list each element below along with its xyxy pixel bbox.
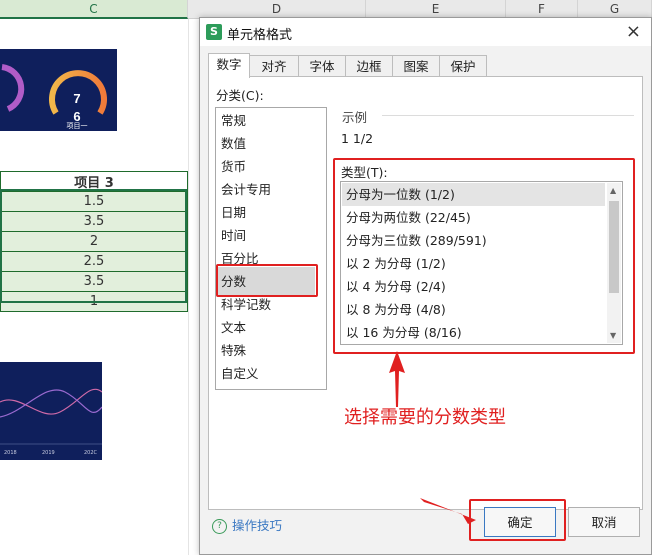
gauge-label: 项目一 (67, 122, 88, 130)
category-item[interactable]: 时间 (221, 225, 246, 246)
help-circle-icon: ? (212, 519, 227, 534)
gauge-value-top: 7 (73, 91, 80, 106)
category-item[interactable]: 会计专用 (221, 179, 271, 200)
grid-line (188, 19, 189, 555)
fraction-highlight-box (216, 264, 318, 297)
dialog-title: 单元格格式 (227, 28, 293, 43)
tab-pattern[interactable]: 图案 (392, 55, 440, 77)
annotation-text: 选择需要的分数类型 (344, 407, 506, 428)
number-tab-panel: 分类(C): 常规 数值 货币 会计专用 日期 时间 百分比 分数 科学记数 文… (208, 76, 643, 510)
gauge-dashboard: 7 6 项目一 (0, 49, 117, 131)
annotation-arrow-icon (389, 351, 405, 407)
category-item[interactable]: 自定义 (221, 363, 259, 384)
category-item[interactable]: 日期 (221, 202, 246, 223)
category-item[interactable]: 常规 (221, 110, 246, 131)
tab-number[interactable]: 数字 (208, 53, 250, 78)
tab-font[interactable]: 字体 (298, 55, 346, 77)
category-item[interactable]: 文本 (221, 317, 246, 338)
tips-label: 操作技巧 (232, 518, 283, 533)
cell-selection-range (0, 189, 187, 303)
type-highlight-box (333, 158, 635, 354)
sample-value: 1 1/2 (341, 131, 374, 146)
tab-protection[interactable]: 保护 (439, 55, 487, 77)
line-series-purple (0, 389, 103, 418)
sample-box: 1 1/2 (333, 121, 635, 155)
gauge-chart: 7 6 项目一 (1, 64, 107, 130)
x-tick-label: 2018 (4, 450, 17, 456)
dialog-title-bar[interactable]: S 单元格格式 × (200, 18, 651, 46)
category-item[interactable]: 科学记数 (221, 294, 271, 315)
line-chart: 2018 2019 202C (0, 388, 103, 456)
tab-alignment[interactable]: 对齐 (249, 55, 299, 77)
wps-app-icon: S (206, 24, 222, 40)
category-item[interactable]: 数值 (221, 133, 246, 154)
tab-border[interactable]: 边框 (345, 55, 393, 77)
category-item[interactable]: 货币 (221, 156, 246, 177)
format-cells-dialog: S 单元格格式 × 数字 对齐 字体 边框 图案 保护 分类(C): 常规 数值… (199, 17, 652, 555)
x-tick-label: 2019 (42, 450, 55, 456)
tips-link[interactable]: ? 操作技巧 (212, 515, 282, 534)
category-item[interactable]: 特殊 (221, 340, 246, 361)
line-chart-dashboard: 2018 2019 202C (0, 362, 103, 460)
ok-highlight-box (469, 499, 566, 541)
gauge-arc-left (1, 64, 25, 112)
category-list[interactable]: 常规 数值 货币 会计专用 日期 时间 百分比 分数 科学记数 文本 特殊 自定… (215, 107, 327, 390)
category-label: 分类(C): (216, 88, 264, 103)
column-header-c[interactable]: C (0, 0, 188, 19)
cancel-button[interactable]: 取消 (568, 507, 640, 537)
sample-divider (382, 115, 634, 116)
x-tick-label: 202C (84, 450, 98, 456)
close-icon[interactable]: × (626, 21, 641, 42)
